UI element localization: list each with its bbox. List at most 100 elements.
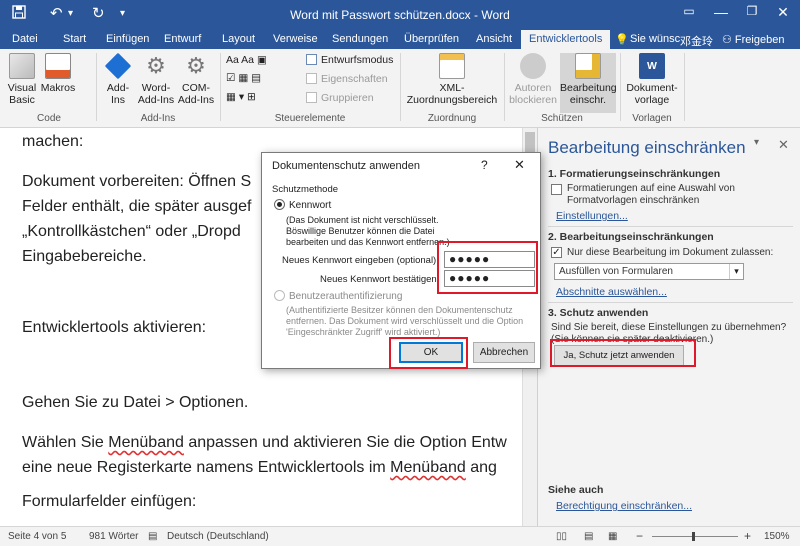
ribbon-tabs: Datei Start Einfügen Entwurf Layout Verw… — [0, 30, 800, 49]
password-radio-label: Kennwort — [289, 200, 332, 211]
text-control-icons[interactable]: Aa Aa ▣ — [226, 54, 267, 66]
tab-layout[interactable]: Layout — [222, 33, 255, 45]
group-controls: Steuerelemente — [274, 113, 346, 124]
see-also-title: Siehe auch — [548, 484, 604, 496]
tell-me-input[interactable]: Sie wünsc — [630, 33, 680, 45]
settings-link[interactable]: Einstellungen... — [556, 210, 628, 222]
document-line: machen: — [22, 133, 84, 150]
pane-close-icon[interactable]: ✕ — [778, 137, 789, 153]
zoom-slider-thumb[interactable] — [692, 532, 695, 541]
restrict-editing-label: Bearbeitung einschr. — [560, 82, 617, 106]
text-run-misspelled: Menüband — [108, 434, 184, 451]
group-separator — [504, 53, 505, 121]
design-mode-button[interactable]: Entwurfsmodus — [306, 54, 393, 66]
tab-einfuegen[interactable]: Einfügen — [106, 33, 149, 45]
word-count[interactable]: 981 Wörter — [89, 531, 138, 542]
zoom-level[interactable]: 150% — [764, 531, 790, 542]
com-add-ins-button[interactable]: ⚙ COM-Add-Ins — [176, 53, 216, 106]
block-authors-icon — [520, 53, 546, 79]
restrict-permission-link[interactable]: Berechtigung einschränken... — [556, 500, 692, 512]
cancel-button[interactable]: Abbrechen — [473, 342, 535, 363]
tab-entwicklertools[interactable]: Entwicklertools — [521, 30, 611, 49]
tab-ansicht[interactable]: Ansicht — [476, 33, 512, 45]
section-formatting-title: 1. Formatierungseinschränkungen — [548, 168, 721, 180]
text-run: ang — [465, 459, 497, 476]
editing-type-value: Ausfüllen von Formularen — [559, 266, 673, 277]
print-layout-icon[interactable]: ▤ — [584, 531, 593, 542]
language-indicator[interactable]: Deutsch (Deutschland) — [167, 531, 269, 542]
zoom-out-icon[interactable]: − — [636, 529, 643, 543]
tab-start[interactable]: Start — [63, 33, 86, 45]
formatting-restriction-checkbox[interactable] — [551, 184, 562, 195]
tab-verweise[interactable]: Verweise — [273, 33, 318, 45]
group-protect: Schützen — [541, 113, 583, 124]
block-authors-button[interactable]: Autoren blockieren — [508, 53, 558, 106]
minimize-icon[interactable]: — — [706, 4, 736, 20]
section-editing-title: 2. Bearbeitungseinschränkungen — [548, 231, 714, 243]
divider — [548, 302, 793, 303]
user-auth-radio[interactable] — [274, 290, 285, 301]
zoom-slider[interactable] — [652, 536, 738, 537]
xml-mapping-label: XML-Zuordnungsbereich — [406, 82, 498, 106]
word-add-ins-button[interactable]: ⚙ Word-Add-Ins — [136, 53, 176, 106]
checkbox-control-icons[interactable]: ☑ ▦ ▤ — [226, 72, 261, 84]
dialog-close-icon[interactable]: ✕ — [514, 157, 525, 173]
pane-options-dropdown-icon[interactable]: ▾ — [754, 137, 759, 148]
text-run: eine neue Registerkarte namens Entwickle… — [22, 459, 391, 476]
group-code: Code — [37, 113, 61, 124]
document-heading: Formularfelder einfügen: — [22, 493, 197, 510]
share-button[interactable]: ⚇ Freigeben — [722, 33, 784, 46]
word-add-ins-label: Word-Add-Ins — [137, 82, 175, 106]
document-line: Gehen Sie zu Datei > Optionen. — [22, 394, 249, 411]
help-icon[interactable]: ? — [481, 158, 488, 172]
group-separator — [620, 53, 621, 121]
restore-icon[interactable]: ❐ — [737, 4, 767, 18]
restrict-editing-icon — [575, 53, 601, 79]
xml-mapping-pane-button[interactable]: XML-Zuordnungsbereich — [404, 53, 500, 106]
password-radio[interactable] — [274, 199, 285, 210]
document-protection-dialog: Dokumentenschutz anwenden ? ✕ Schutzmeth… — [261, 152, 541, 369]
proofing-icon[interactable]: ▤ — [148, 531, 157, 542]
properties-button[interactable]: Eigenschaften — [306, 73, 388, 85]
page-count[interactable]: Seite 4 von 5 — [8, 531, 66, 542]
restrict-editing-pane: Bearbeitung einschränken ▾ ✕ 1. Formatie… — [537, 128, 800, 526]
protection-method-label: Schutzmethode — [272, 184, 339, 195]
user-name[interactable]: 邓金玲 — [680, 33, 713, 49]
select-sections-link[interactable]: Abschnitte auswählen... — [556, 286, 667, 298]
text-run: anpassen und aktivieren Sie die Option E… — [183, 434, 507, 451]
editing-restriction-label: Nur diese Bearbeitung im Dokument zulass… — [567, 247, 774, 258]
document-line: Felder enthält, die später ausgef — [22, 198, 252, 215]
legacy-control-icons[interactable]: ▦ ▾ ⊞ — [226, 91, 256, 103]
lightbulb-icon: 💡 — [615, 34, 629, 46]
visual-basic-icon — [9, 53, 35, 79]
title-bar: ↶ ▾ ↻ ▾ Word mit Passwort schützen.docx … — [0, 0, 800, 30]
read-mode-icon[interactable]: ▯▯ — [556, 531, 567, 542]
pane-title: Bearbeitung einschränken — [548, 138, 746, 157]
gear-icon: ⚙ — [146, 53, 166, 78]
tab-datei[interactable]: Datei — [12, 33, 38, 45]
ribbon-display-options-icon[interactable]: ▭ — [674, 4, 704, 18]
editing-type-select[interactable]: Ausfüllen von Formularen ▾ — [554, 263, 744, 280]
tab-entwurf[interactable]: Entwurf — [164, 33, 201, 45]
design-mode-label: Entwurfsmodus — [321, 54, 394, 66]
group-button[interactable]: Gruppieren — [306, 92, 374, 104]
web-layout-icon[interactable]: ▦ — [608, 531, 617, 542]
makros-label: Makros — [40, 82, 76, 94]
com-add-ins-label: COM-Add-Ins — [177, 82, 215, 106]
macros-icon — [45, 53, 71, 79]
restrict-editing-button[interactable]: Bearbeitung einschr. — [560, 53, 617, 113]
makros-button[interactable]: Makros — [40, 53, 76, 94]
group-icon — [306, 92, 317, 103]
group-separator — [684, 53, 685, 121]
block-authors-label: Autoren blockieren — [509, 82, 557, 106]
group-separator — [400, 53, 401, 121]
zoom-in-icon[interactable]: + — [744, 529, 751, 543]
close-window-icon[interactable]: ✕ — [768, 4, 798, 21]
visual-basic-label: Visual Basic — [7, 82, 37, 106]
add-ins-button[interactable]: Add-Ins — [100, 52, 136, 106]
tab-sendungen[interactable]: Sendungen — [332, 33, 388, 45]
document-template-button[interactable]: W Dokument-vorlage — [624, 53, 680, 106]
editing-restriction-checkbox[interactable]: ✓ — [551, 247, 562, 258]
tab-ueberpruefen[interactable]: Überprüfen — [404, 33, 459, 45]
visual-basic-button[interactable]: Visual Basic — [4, 53, 40, 106]
